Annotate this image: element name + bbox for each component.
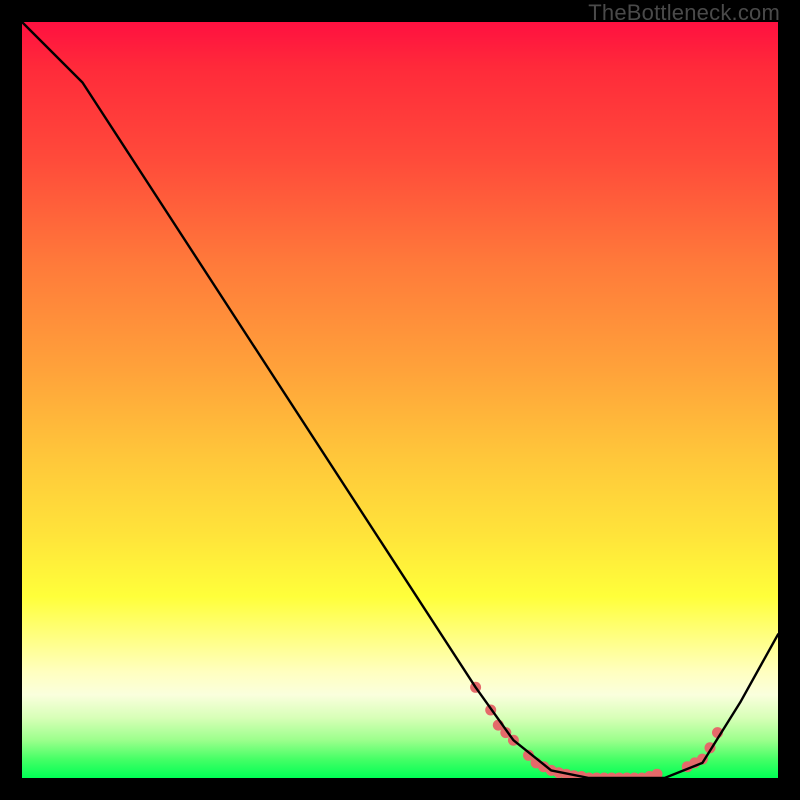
- marker-dot: [652, 769, 663, 778]
- bottleneck-curve: [22, 22, 778, 778]
- chart-area: [22, 22, 778, 778]
- marker-layer: [470, 682, 723, 778]
- watermark-text: TheBottleneck.com: [588, 0, 780, 26]
- outer-frame: TheBottleneck.com: [0, 0, 800, 800]
- chart-svg: [22, 22, 778, 778]
